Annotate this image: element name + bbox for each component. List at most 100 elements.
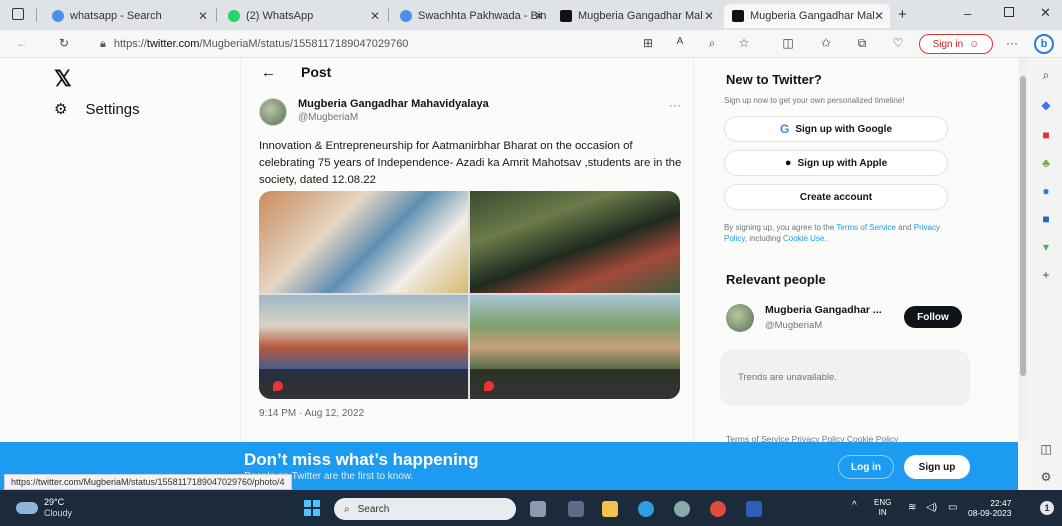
read-aloud-icon[interactable]: A xyxy=(672,36,688,47)
settings-label: Settings xyxy=(85,100,140,118)
cookie-use-link[interactable]: Cookie Use xyxy=(783,234,824,243)
post-header-title: Post xyxy=(301,64,332,80)
back-icon[interactable]: ← xyxy=(14,36,30,50)
lock-icon: 🔒︎ xyxy=(100,37,106,50)
close-icon[interactable]: ✕ xyxy=(370,9,380,23)
signup-google-label: Sign up with Google xyxy=(795,123,892,135)
terms-of-service-link[interactable]: Terms of Service xyxy=(836,223,896,232)
chrome-icon[interactable] xyxy=(710,501,726,517)
wifi-icon[interactable]: ≋ xyxy=(908,502,916,513)
signup-apple-button[interactable]: ● Sign up with Apple xyxy=(724,150,948,176)
avatar[interactable] xyxy=(726,304,754,332)
new-tab-icon[interactable]: + xyxy=(898,6,907,23)
trends-unavailable-text: Trends are unavailable. xyxy=(738,372,837,383)
copilot-icon[interactable]: b xyxy=(1034,34,1054,54)
tab-mugberia-active[interactable]: Mugberia Gangadhar Mal ✕ xyxy=(724,4,890,28)
performance-icon[interactable]: ♡ xyxy=(890,36,906,50)
create-account-button[interactable]: Create account xyxy=(724,184,948,210)
tab-separator xyxy=(388,8,389,22)
status-bar-url: https://twitter.com/MugberiaM/status/155… xyxy=(4,474,292,490)
relevant-people-title: Relevant people xyxy=(726,272,826,287)
more-menu-icon[interactable]: ··· xyxy=(1004,36,1020,50)
login-button[interactable]: Log in xyxy=(838,455,894,479)
relevant-person-name[interactable]: Mugberia Gangadhar ... xyxy=(765,304,882,316)
volume-icon[interactable]: ◁) xyxy=(926,502,937,513)
search-icon[interactable]: ⌕ xyxy=(1038,68,1054,84)
restore-icon[interactable] xyxy=(1004,7,1014,17)
refresh-icon[interactable]: ↻ xyxy=(56,36,72,50)
weather-temperature[interactable]: 29°C xyxy=(44,497,64,507)
task-view-icon[interactable] xyxy=(530,501,546,517)
weather-description[interactable]: Cloudy xyxy=(44,508,72,518)
weather-cloud-icon[interactable] xyxy=(16,502,38,514)
add-icon[interactable]: + xyxy=(1038,268,1054,284)
tab-whatsapp-search[interactable]: whatsapp - Search ✕ xyxy=(44,4,214,28)
signup-google-button[interactable]: G Sign up with Google xyxy=(724,116,948,142)
photo-location-overlay xyxy=(470,369,680,399)
search-icon xyxy=(400,10,412,22)
photo-4[interactable] xyxy=(470,295,680,399)
edge-browser-icon[interactable] xyxy=(638,501,654,517)
favorites-icon[interactable]: ✩ xyxy=(818,36,834,50)
photo-1[interactable] xyxy=(259,191,468,293)
clock-date: 08-09-2023 xyxy=(968,508,1012,518)
page-scrollbar[interactable] xyxy=(1018,58,1028,442)
chevron-up-icon[interactable]: ^ xyxy=(852,500,857,511)
address-bar[interactable]: 🔒︎ https://twitter.com/MugberiaM/status/… xyxy=(100,34,660,54)
close-icon[interactable]: ✕ xyxy=(534,9,544,23)
author-handle[interactable]: @MugberiaM xyxy=(298,112,358,123)
language-indicator[interactable]: ENG IN xyxy=(874,498,891,518)
camera-app-icon[interactable] xyxy=(568,501,584,517)
url-path: /MugberiaM/status/1558117189047029760 xyxy=(199,38,409,50)
battery-icon[interactable]: ▭ xyxy=(948,502,957,513)
scroll-thumb[interactable] xyxy=(1020,76,1026,376)
x-logo-icon xyxy=(732,10,744,22)
author-name[interactable]: Mugberia Gangadhar Mahavidyalaya xyxy=(298,98,489,110)
zoom-icon[interactable]: ⌕ xyxy=(704,36,720,51)
avatar[interactable] xyxy=(259,98,287,126)
games-icon[interactable]: ♣ xyxy=(1038,156,1054,172)
windows-start-icon[interactable] xyxy=(304,500,320,516)
settings-gear-icon[interactable]: ⚙ xyxy=(1038,470,1054,486)
word-icon[interactable] xyxy=(746,501,762,517)
more-options-icon[interactable]: ··· xyxy=(669,98,681,112)
tools-icon[interactable]: ■ xyxy=(1038,128,1054,144)
tab-actions-icon[interactable] xyxy=(12,8,24,20)
close-icon[interactable]: ✕ xyxy=(874,9,884,23)
photo-3[interactable] xyxy=(259,295,468,399)
collections-icon[interactable]: ⧉ xyxy=(854,36,870,51)
x-logo-icon[interactable]: 𝕏 xyxy=(54,66,72,92)
follow-button[interactable]: Follow xyxy=(904,306,962,328)
settings-link[interactable]: ⚙ Settings xyxy=(54,100,140,119)
whatsapp-icon xyxy=(228,10,240,22)
minimize-icon[interactable]: – xyxy=(964,6,971,21)
close-icon[interactable]: ✕ xyxy=(198,9,208,23)
sidebar-panel-icon[interactable]: ◫ xyxy=(1038,442,1054,458)
relevant-person-handle[interactable]: @MugberiaM xyxy=(765,320,822,331)
taskbar-search[interactable]: ⌕ Search xyxy=(334,498,516,520)
signup-button[interactable]: Sign up xyxy=(904,455,970,479)
url-host: twitter.com xyxy=(146,38,200,50)
tab-swachhta[interactable]: Swachhta Pakhwada - Bin ✕ xyxy=(392,4,550,28)
close-window-icon[interactable]: ✕ xyxy=(1040,5,1051,21)
system-clock[interactable]: 22:47 08-09-2023 xyxy=(968,498,1011,518)
tab-mugberia-1[interactable]: Mugberia Gangadhar Mal ✕ xyxy=(552,4,720,28)
notification-badge-icon[interactable]: 1 xyxy=(1040,501,1054,515)
settings-app-icon[interactable] xyxy=(674,501,690,517)
browser-signin-button[interactable]: Sign in ☺ xyxy=(919,34,993,54)
shopping-tag-icon[interactable]: ◆ xyxy=(1038,98,1054,114)
photo-2[interactable] xyxy=(470,191,680,293)
apps-icon[interactable]: ⊞ xyxy=(640,36,656,50)
back-arrow-icon[interactable]: ← xyxy=(261,64,276,81)
tab-whatsapp[interactable]: (2) WhatsApp ✕ xyxy=(220,4,386,28)
split-screen-icon[interactable]: ◫ xyxy=(780,36,796,50)
drop-icon[interactable]: ▾ xyxy=(1038,240,1054,256)
microsoft-365-icon[interactable]: ● xyxy=(1038,184,1054,200)
google-icon: G xyxy=(780,122,790,136)
outlook-icon[interactable]: ■ xyxy=(1038,212,1054,228)
create-account-label: Create account xyxy=(799,191,873,203)
favorite-star-icon[interactable]: ☆ xyxy=(736,36,752,50)
file-explorer-icon[interactable] xyxy=(602,501,618,517)
post-timestamp[interactable]: 9:14 PM · Aug 12, 2022 xyxy=(259,408,364,419)
close-icon[interactable]: ✕ xyxy=(704,9,714,23)
